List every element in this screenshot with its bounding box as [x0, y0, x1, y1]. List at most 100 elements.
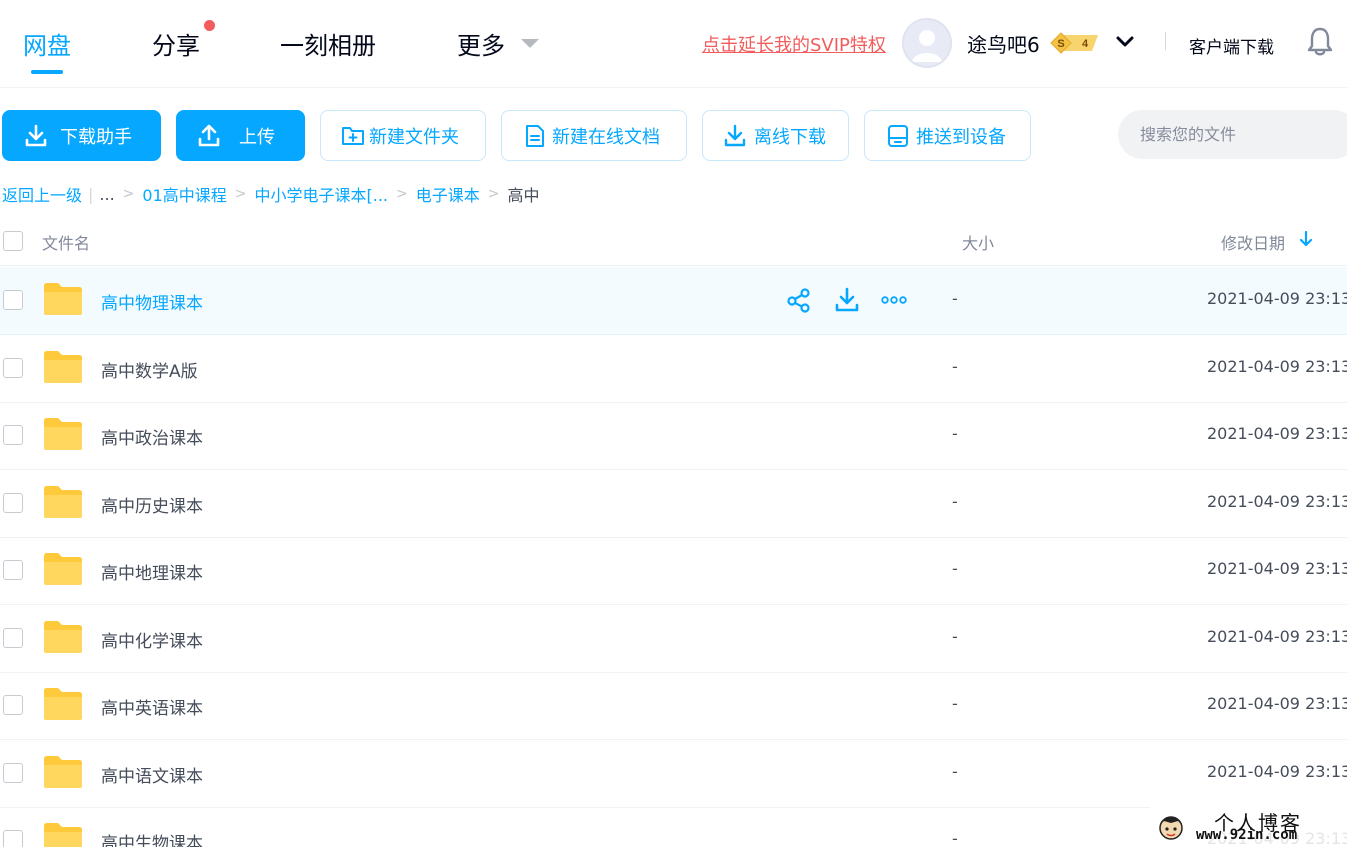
- row-checkbox[interactable]: [3, 493, 23, 513]
- breadcrumb: 返回上一级 | ... > 01高中课程 > 中小学电子课本[... > 电子课…: [2, 182, 540, 206]
- breadcrumb-back[interactable]: 返回上一级: [2, 182, 82, 206]
- file-modified-date: 2021-04-09 23:13: [1207, 289, 1347, 308]
- file-name[interactable]: 高中物理课本: [101, 289, 203, 314]
- file-name[interactable]: 高中英语课本: [101, 694, 203, 719]
- file-name[interactable]: 高中政治课本: [101, 424, 203, 449]
- file-name[interactable]: 高中数学A版: [101, 357, 198, 382]
- folder-icon: [43, 417, 83, 451]
- row-checkbox[interactable]: [3, 358, 23, 378]
- search-input[interactable]: [1118, 110, 1347, 159]
- offline-download-button[interactable]: 离线下载: [702, 110, 849, 161]
- watermark-url: www.92in.com: [1196, 827, 1298, 843]
- svip-level-number: 4: [1082, 38, 1089, 50]
- breadcrumb-separator: >: [396, 186, 408, 202]
- file-size: -: [952, 762, 958, 781]
- download-helper-label: 下载助手: [60, 126, 132, 148]
- new-folder-label: 新建文件夹: [369, 126, 459, 148]
- table-row[interactable]: 高中英语课本 - 2021-04-09 23:13: [0, 672, 1347, 740]
- document-icon: [526, 124, 544, 147]
- row-checkbox[interactable]: [3, 560, 23, 580]
- new-online-doc-button[interactable]: 新建在线文档: [501, 110, 687, 161]
- file-name[interactable]: 高中化学课本: [101, 627, 203, 652]
- offline-download-icon: [724, 124, 746, 146]
- folder-icon: [43, 282, 83, 316]
- nav-divider: [1165, 32, 1166, 50]
- client-download-link[interactable]: 客户端下载: [1189, 33, 1274, 58]
- row-checkbox[interactable]: [3, 695, 23, 715]
- svip-letter: S: [1057, 38, 1064, 50]
- breadcrumb-item[interactable]: 电子课本: [416, 182, 480, 206]
- chevron-down-icon[interactable]: [1115, 32, 1135, 52]
- file-size: -: [952, 694, 958, 713]
- share-icon[interactable]: [786, 287, 812, 313]
- tab-share[interactable]: 分享: [152, 26, 200, 61]
- table-row[interactable]: 高中数学A版 - 2021-04-09 23:13: [0, 335, 1347, 403]
- breadcrumb-item[interactable]: 01高中课程: [142, 182, 226, 206]
- active-tab-indicator: [31, 70, 63, 74]
- file-size: -: [952, 289, 958, 308]
- row-checkbox[interactable]: [3, 290, 23, 310]
- table-row[interactable]: 高中地理课本 - 2021-04-09 23:13: [0, 537, 1347, 605]
- row-checkbox[interactable]: [3, 628, 23, 648]
- column-header-name[interactable]: 文件名: [42, 230, 90, 254]
- row-checkbox[interactable]: [3, 763, 23, 783]
- file-modified-date: 2021-04-09 23:13: [1207, 357, 1347, 376]
- file-size: -: [952, 424, 958, 443]
- select-all-checkbox[interactable]: [3, 231, 23, 251]
- file-name[interactable]: 高中历史课本: [101, 492, 203, 517]
- table-row[interactable]: 高中语文课本 - 2021-04-09 23:13: [0, 740, 1347, 808]
- upload-button[interactable]: 上传: [176, 110, 305, 161]
- table-row[interactable]: 高中化学课本 - 2021-04-09 23:13: [0, 605, 1347, 673]
- download-helper-button[interactable]: 下载助手: [2, 110, 161, 161]
- folder-icon: [43, 552, 83, 586]
- upload-label: 上传: [239, 126, 275, 148]
- caret-down-icon[interactable]: [521, 39, 539, 48]
- download-icon[interactable]: [834, 287, 860, 313]
- table-row[interactable]: 高中历史课本 - 2021-04-09 23:13: [0, 470, 1347, 538]
- notification-dot: [204, 20, 215, 31]
- sort-arrow-down-icon[interactable]: [1299, 230, 1313, 248]
- folder-icon: [43, 485, 83, 519]
- breadcrumb-ellipsis[interactable]: ...: [99, 185, 114, 204]
- svip-level-badge: S 4: [1050, 32, 1100, 54]
- bell-icon[interactable]: [1306, 26, 1334, 56]
- column-header-size[interactable]: 大小: [962, 230, 994, 254]
- breadcrumb-divider: |: [88, 184, 94, 204]
- folder-icon: [43, 350, 83, 384]
- breadcrumb-current: 高中: [507, 186, 540, 205]
- file-size: -: [952, 627, 958, 646]
- tab-netdisk[interactable]: 网盘: [23, 26, 71, 61]
- breadcrumb-separator: >: [234, 186, 247, 202]
- username[interactable]: 途鸟吧6: [967, 29, 1040, 58]
- breadcrumb-item[interactable]: 中小学电子课本[...: [255, 182, 389, 206]
- more-icon[interactable]: [881, 287, 907, 313]
- file-name[interactable]: 高中语文课本: [101, 762, 203, 787]
- folder-icon: [43, 620, 83, 654]
- tab-moment-album[interactable]: 一刻相册: [280, 26, 376, 61]
- new-folder-button[interactable]: 新建文件夹: [320, 110, 486, 161]
- file-name[interactable]: 高中地理课本: [101, 559, 203, 584]
- file-modified-date: 2021-04-09 23:13: [1207, 492, 1347, 511]
- breadcrumb-separator: >: [122, 186, 135, 202]
- row-checkbox[interactable]: [3, 830, 23, 847]
- file-size: -: [952, 829, 958, 847]
- file-modified-date: 2021-04-09 23:13: [1207, 424, 1347, 443]
- svip-extend-link[interactable]: 点击延长我的SVIP特权: [702, 31, 886, 57]
- file-name[interactable]: 高中生物课本: [101, 829, 203, 847]
- avatar[interactable]: [902, 18, 952, 68]
- tab-more[interactable]: 更多: [457, 26, 505, 61]
- file-modified-date: 2021-04-09 23:13: [1207, 559, 1347, 578]
- table-row[interactable]: 高中物理课本 - 2021-04-09 23:13: [0, 267, 1347, 335]
- column-header-modified[interactable]: 修改日期: [1221, 230, 1285, 254]
- file-size: -: [952, 357, 958, 376]
- file-size: -: [952, 492, 958, 511]
- table-row[interactable]: 高中政治课本 - 2021-04-09 23:13: [0, 402, 1347, 470]
- row-checkbox[interactable]: [3, 425, 23, 445]
- breadcrumb-separator: >: [487, 186, 500, 202]
- table-row[interactable]: 高中生物课本-2021-04-09 23:13: [0, 807, 1347, 847]
- file-size: -: [952, 559, 958, 578]
- download-icon: [25, 124, 47, 146]
- file-modified-date: 2021-04-09 23:13: [1207, 694, 1347, 713]
- push-to-device-button[interactable]: 推送到设备: [864, 110, 1031, 161]
- blog-watermark: 个人博客 www.92in.com: [1150, 806, 1347, 847]
